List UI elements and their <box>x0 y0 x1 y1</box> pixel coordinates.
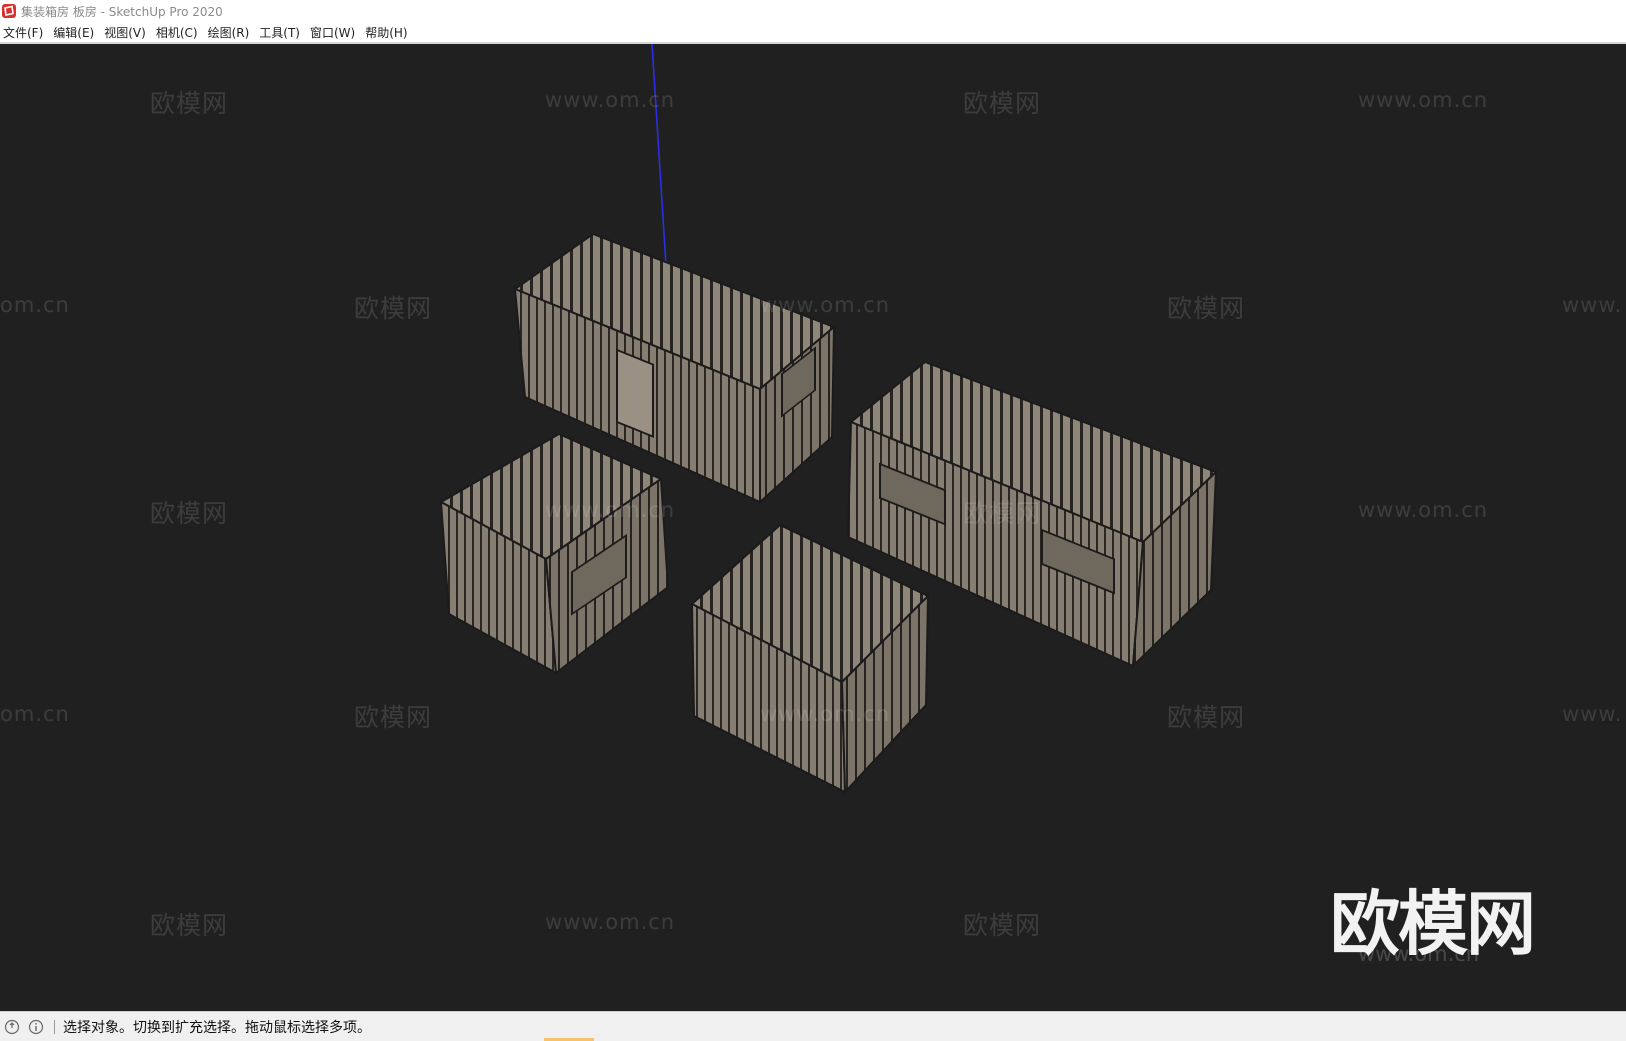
watermark-brand: 欧模网 <box>354 294 433 323</box>
modeling-viewport[interactable]: 欧模网 www.om.cn 欧模网 www.om.cn om.cn 欧模网 ww… <box>0 44 1626 1011</box>
watermark-logo-url: www.om.cn <box>1358 942 1480 966</box>
watermark-url: www.om.cn <box>1358 88 1489 112</box>
watermark-brand: 欧模网 <box>1167 703 1246 732</box>
menu-draw[interactable]: 绘图(R) <box>205 24 257 41</box>
menu-bar: 文件(F) 编辑(E) 视图(V) 相机(C) 绘图(R) 工具(T) 窗口(W… <box>0 22 1626 42</box>
status-bar: 选择对象。切换到扩充选择。拖动鼠标选择多项。 <box>0 1011 1626 1041</box>
watermark-url: www.om.cn <box>545 910 676 934</box>
status-message: 选择对象。切换到扩充选择。拖动鼠标选择多项。 <box>63 1019 371 1036</box>
sketchup-logo-icon <box>2 4 16 18</box>
watermark-brand: 欧模网 <box>150 911 229 940</box>
menu-camera[interactable]: 相机(C) <box>153 24 205 41</box>
watermark-brand: 欧模网 <box>963 911 1042 940</box>
watermark-brand: 欧模网 <box>150 499 229 528</box>
menu-file[interactable]: 文件(F) <box>0 24 50 41</box>
window-title: 集装箱房 板房 - SketchUp Pro 2020 <box>21 4 223 19</box>
container-door <box>616 348 654 438</box>
watermark-url: www.om.cn <box>1358 498 1489 522</box>
watermark-url: www.om.cn <box>760 702 891 726</box>
model-scene[interactable] <box>0 44 1626 1011</box>
menu-window[interactable]: 窗口(W) <box>307 24 362 41</box>
container-small-doors[interactable] <box>690 523 930 795</box>
watermark-brand: 欧模网 <box>354 703 433 732</box>
watermark-brand: 欧模网 <box>963 499 1042 528</box>
menu-tools[interactable]: 工具(T) <box>256 24 307 41</box>
menu-edit[interactable]: 编辑(E) <box>50 24 101 41</box>
watermark-url: om.cn <box>0 702 70 726</box>
watermark-url: www.om.cn <box>545 498 676 522</box>
watermark-url: www. <box>1562 293 1623 317</box>
menu-help[interactable]: 帮助(H) <box>362 24 414 41</box>
watermark-url: www. <box>1562 702 1623 726</box>
watermark-brand: 欧模网 <box>150 89 229 118</box>
watermark-url: www.om.cn <box>760 293 891 317</box>
watermark-url: www.om.cn <box>545 88 676 112</box>
container-small-window[interactable] <box>438 432 670 675</box>
watermark-url: om.cn <box>0 293 70 317</box>
menu-view[interactable]: 视图(V) <box>101 24 153 41</box>
info-icon[interactable] <box>28 1019 44 1035</box>
watermark-brand: 欧模网 <box>963 89 1042 118</box>
watermark-brand: 欧模网 <box>1167 294 1246 323</box>
status-divider <box>54 1019 55 1034</box>
title-bar: 集装箱房 板房 - SketchUp Pro 2020 <box>0 0 1626 22</box>
geo-location-icon[interactable] <box>4 1019 20 1035</box>
